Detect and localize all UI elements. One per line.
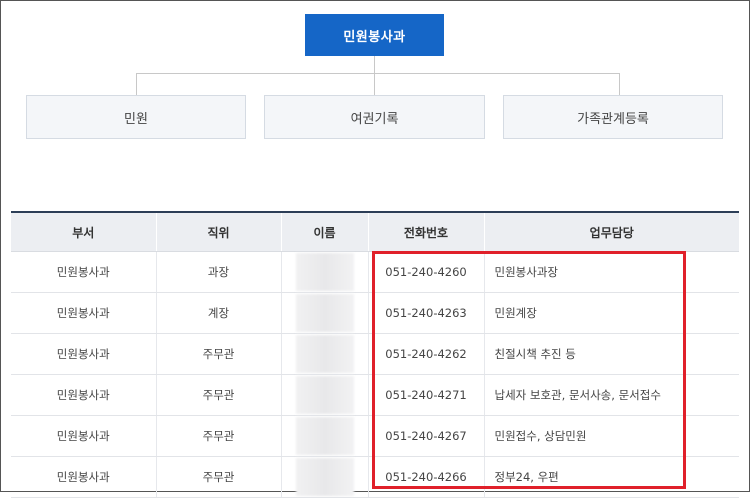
cell-position: 주무관: [155, 415, 281, 457]
header-name: 이름: [280, 212, 368, 252]
org-child-civil[interactable]: 민원: [26, 95, 246, 139]
redacted-name: [295, 335, 354, 373]
redacted-name: [295, 376, 354, 414]
cell-duty: 납세자 보호관, 문서사송, 문서접수: [483, 374, 739, 416]
cell-position: 주무관: [155, 374, 281, 416]
cell-dept: 민원봉사과: [11, 374, 156, 416]
cell-name: [280, 333, 368, 375]
cell-phone: 051-240-4267: [367, 415, 484, 457]
org-connector-vertical: [374, 56, 375, 73]
cell-phone: 051-240-4263: [367, 292, 484, 334]
cell-dept: 민원봉사과: [11, 292, 156, 334]
cell-position: 주무관: [155, 456, 281, 498]
cell-position: 과장: [155, 251, 281, 293]
cell-dept: 민원봉사과: [11, 251, 156, 293]
cell-position: 주무관: [155, 333, 281, 375]
cell-duty: 민원계장: [483, 292, 739, 334]
cell-duty: 민원봉사과장: [483, 251, 739, 293]
org-connector-left: [136, 73, 137, 95]
cell-dept: 민원봉사과: [11, 415, 156, 457]
table-row: 민원봉사과 주무관 051-240-4262 친절시책 추진 등: [11, 333, 739, 375]
org-child-family-registration[interactable]: 가족관계등록: [503, 95, 723, 139]
cell-phone: 051-240-4266: [367, 456, 484, 498]
cell-dept: 민원봉사과: [11, 333, 156, 375]
redacted-name: [295, 294, 354, 332]
cell-dept: 민원봉사과: [11, 456, 156, 498]
table-row: 민원봉사과 과장 051-240-4260 민원봉사과장: [11, 251, 739, 293]
redacted-name: [295, 253, 354, 291]
header-phone: 전화번호: [367, 212, 484, 252]
org-top-box[interactable]: 민원봉사과: [305, 14, 444, 56]
cell-phone: 051-240-4262: [367, 333, 484, 375]
org-connector-horizontal: [136, 73, 620, 74]
cell-name: [280, 292, 368, 334]
redacted-name: [295, 417, 354, 455]
cell-duty: 정부24, 우편: [483, 456, 739, 498]
org-connector-center: [374, 73, 375, 95]
cell-phone: 051-240-4260: [367, 251, 484, 293]
table-row: 민원봉사과 주무관 051-240-4271 납세자 보호관, 문서사송, 문서…: [11, 374, 739, 416]
org-child-passport[interactable]: 여권기록: [264, 95, 485, 139]
org-connector-right: [619, 73, 620, 95]
cell-name: [280, 251, 368, 293]
cell-name: [280, 415, 368, 457]
cell-position: 계장: [155, 292, 281, 334]
cell-name: [280, 374, 368, 416]
table-row: 민원봉사과 주무관 051-240-4267 민원접수, 상담민원: [11, 415, 739, 457]
table-header-row: 부서 직위 이름 전화번호 업무담당: [11, 212, 739, 252]
cell-duty: 친절시책 추진 등: [483, 333, 739, 375]
cell-duty: 민원접수, 상담민원: [483, 415, 739, 457]
header-dept: 부서: [11, 212, 156, 252]
header-duty: 업무담당: [483, 212, 739, 252]
cell-phone: 051-240-4271: [367, 374, 484, 416]
staff-table: 부서 직위 이름 전화번호 업무담당 민원봉사과 과장 051-240-4260…: [11, 211, 739, 498]
header-position: 직위: [155, 212, 281, 252]
table-row: 민원봉사과 계장 051-240-4263 민원계장: [11, 292, 739, 334]
cell-name: [280, 456, 368, 498]
redacted-name: [295, 458, 354, 496]
table-row: 민원봉사과 주무관 051-240-4266 정부24, 우편: [11, 456, 739, 498]
